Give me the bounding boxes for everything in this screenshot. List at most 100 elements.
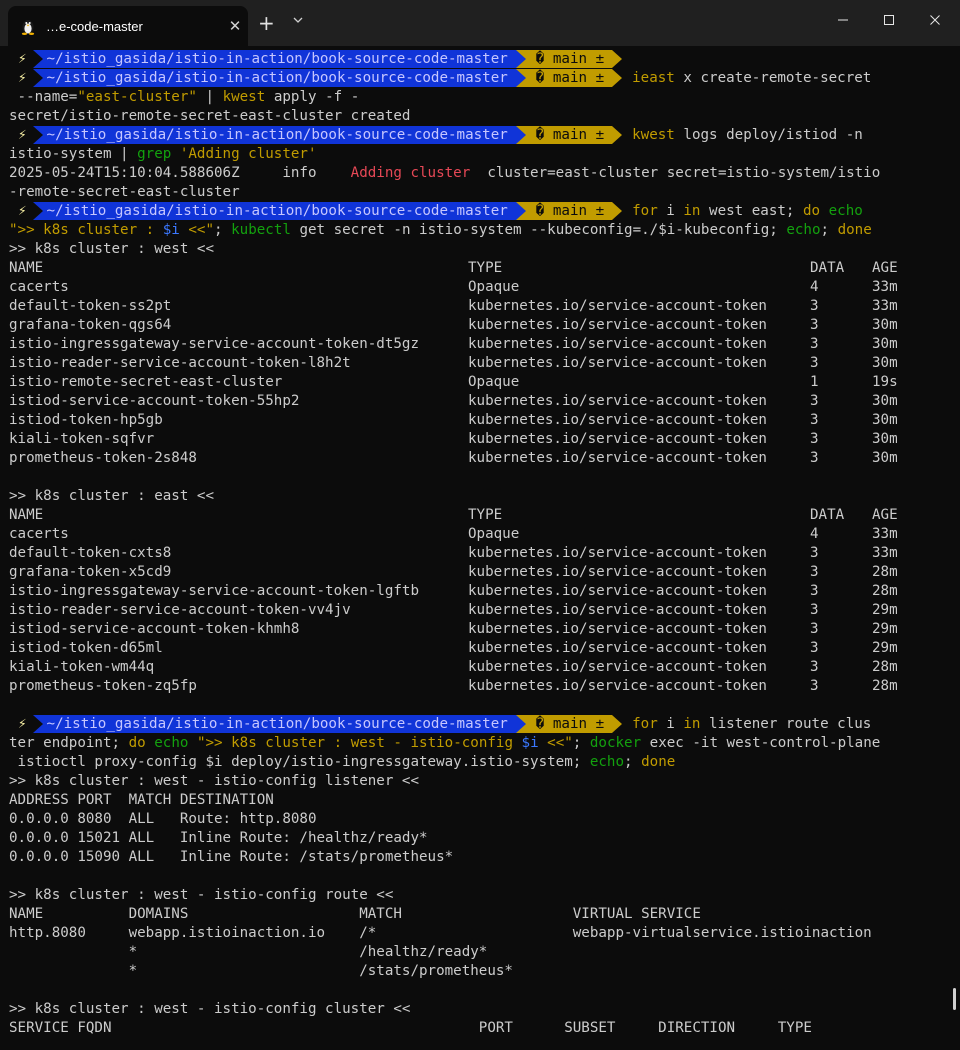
col-type: kubernetes.io/service-account-token [468, 412, 767, 428]
col-name: default-token-ss2pt [9, 298, 172, 314]
col-type: kubernetes.io/service-account-token [468, 678, 767, 694]
col-age: 33m [872, 545, 898, 561]
prompt-path: ~/istio_gasida/istio-in-action/book-sour… [42, 126, 516, 144]
col-data: 3 [810, 640, 819, 656]
command-continuation: --name="east-cluster" | kwest apply -f - [9, 89, 360, 105]
col-type: kubernetes.io/service-account-token [468, 640, 767, 656]
prompt-line: ⚡ ~/istio_gasida/istio-in-action/book-sou… [10, 50, 623, 68]
minimize-button[interactable] [820, 0, 866, 40]
col-type: kubernetes.io/service-account-token [468, 621, 767, 637]
prompt-line: ⚡ ~/istio_gasida/istio-in-action/book-sou… [10, 69, 871, 87]
col-name: istio-ingressgateway-service-account-tok… [9, 336, 419, 352]
section-header: >> k8s cluster : west - istio-config lis… [9, 773, 419, 789]
col-data: 3 [810, 336, 819, 352]
col-name-header: NAME [9, 507, 44, 523]
col-name: istiod-token-d65ml [9, 640, 163, 656]
col-age: 30m [872, 317, 898, 333]
terminal-output[interactable]: ⚡ ~/istio_gasida/istio-in-action/book-sou… [0, 46, 960, 1050]
col-name: kiali-token-sqfvr [9, 431, 155, 447]
col-age: 33m [872, 279, 898, 295]
col-type: kubernetes.io/service-account-token [468, 336, 767, 352]
terminal-tab[interactable]: …e-code-master ✕ [8, 6, 248, 46]
col-data: 3 [810, 564, 819, 580]
col-name: prometheus-token-2s848 [9, 450, 197, 466]
col-age: 30m [872, 336, 898, 352]
table-row: prometheus-token-2s848 kubernetes.io/serv… [9, 449, 949, 468]
section-header: >> k8s cluster : west - istio-config clu… [9, 1001, 411, 1017]
table-row: istiod-token-d65ml kubernetes.io/service-… [9, 639, 949, 658]
col-data: 1 [810, 374, 819, 390]
log-line: 2025-05-24T15:10:04.588606Z info Adding … [9, 165, 881, 181]
col-age: 33m [872, 526, 898, 542]
table-row: istiod-service-account-token-55hp2 kubern… [9, 392, 949, 411]
log-line: -remote-secret-east-cluster [9, 184, 240, 200]
table-row: istio-ingressgateway-service-account-tok… [9, 335, 949, 354]
listener-row: 0.0.0.0 8080 ALL Route: http.8080 [9, 811, 317, 827]
maximize-button[interactable] [866, 0, 912, 40]
prompt-git-branch: � main ± [525, 202, 613, 220]
command-text: kwest logs deploy/istiod -n [632, 127, 863, 143]
col-data: 3 [810, 431, 819, 447]
col-age: 19s [872, 374, 898, 390]
col-age: 29m [872, 621, 898, 637]
prompt-path: ~/istio_gasida/istio-in-action/book-sour… [42, 69, 516, 87]
prompt-git-branch: � main ± [525, 50, 613, 68]
col-type: kubernetes.io/service-account-token [468, 431, 767, 447]
cluster-table-header: SERVICE FQDN PORT SUBSET DIRECTION TYPE [9, 1020, 812, 1036]
new-tab-button[interactable]: + [258, 12, 275, 34]
prompt-path: ~/istio_gasida/istio-in-action/book-sour… [42, 715, 516, 733]
col-type: Opaque [468, 279, 520, 295]
close-icon [930, 15, 940, 25]
col-age: 30m [872, 355, 898, 371]
col-name: kiali-token-wm44q [9, 659, 155, 675]
tab-close-button[interactable]: ✕ [222, 17, 248, 35]
col-type: kubernetes.io/service-account-token [468, 602, 767, 618]
col-age: 28m [872, 678, 898, 694]
output-line: secret/istio-remote-secret-east-cluster … [9, 108, 411, 124]
col-age: 30m [872, 412, 898, 428]
table-row: istio-reader-service-account-token-l8h2t… [9, 354, 949, 373]
col-type: kubernetes.io/service-account-token [468, 583, 767, 599]
col-name: grafana-token-qgs64 [9, 317, 172, 333]
table-header-row: NAME TYPE DATA AGE [9, 259, 949, 278]
col-type-header: TYPE [468, 260, 503, 276]
col-name: cacerts [9, 279, 69, 295]
cluster-header: >> k8s cluster : west << [9, 241, 214, 257]
col-name: istiod-service-account-token-55hp2 [9, 393, 300, 409]
tab-title: …e-code-master [46, 18, 143, 34]
table-row: kiali-token-sqfvr kubernetes.io/service-a… [9, 430, 949, 449]
prompt-bolt: ⚡ [10, 126, 33, 144]
command-continuation: ter endpoint; do echo ">> k8s cluster : … [9, 735, 881, 751]
col-age: 28m [872, 583, 898, 599]
prompt-line: ⚡ ~/istio_gasida/istio-in-action/book-sou… [10, 715, 871, 733]
col-name: istio-reader-service-account-token-vv4jv [9, 602, 351, 618]
table-row: grafana-token-qgs64 kubernetes.io/service… [9, 316, 949, 335]
col-name: cacerts [9, 526, 69, 542]
close-window-button[interactable] [912, 0, 958, 40]
col-name: default-token-cxts8 [9, 545, 172, 561]
col-type: kubernetes.io/service-account-token [468, 545, 767, 561]
col-data: 4 [810, 279, 819, 295]
col-type: kubernetes.io/service-account-token [468, 355, 767, 371]
listener-row: ADDRESS PORT MATCH DESTINATION [9, 792, 274, 808]
table-row: prometheus-token-zq5fp kubernetes.io/serv… [9, 677, 949, 696]
table-row: default-token-cxts8 kubernetes.io/service… [9, 544, 949, 563]
tab-dropdown-chevron-icon[interactable] [292, 16, 304, 24]
scrollbar-thumb[interactable] [953, 988, 956, 1010]
col-age: 29m [872, 602, 898, 618]
col-age: 29m [872, 640, 898, 656]
col-age: 30m [872, 393, 898, 409]
col-age: 33m [872, 298, 898, 314]
table-row: default-token-ss2pt kubernetes.io/service… [9, 297, 949, 316]
col-name-header: NAME [9, 260, 44, 276]
table-row: istio-remote-secret-east-cluster Opaque 1 1… [9, 373, 949, 392]
prompt-git-branch: � main ± [525, 69, 613, 87]
prompt-path: ~/istio_gasida/istio-in-action/book-sour… [42, 50, 516, 68]
col-type: kubernetes.io/service-account-token [468, 564, 767, 580]
col-name: istiod-token-hp5gb [9, 412, 163, 428]
col-age: 28m [872, 659, 898, 675]
col-data: 3 [810, 355, 819, 371]
maximize-icon [884, 15, 894, 25]
col-data: 4 [810, 526, 819, 542]
col-age: 28m [872, 564, 898, 580]
